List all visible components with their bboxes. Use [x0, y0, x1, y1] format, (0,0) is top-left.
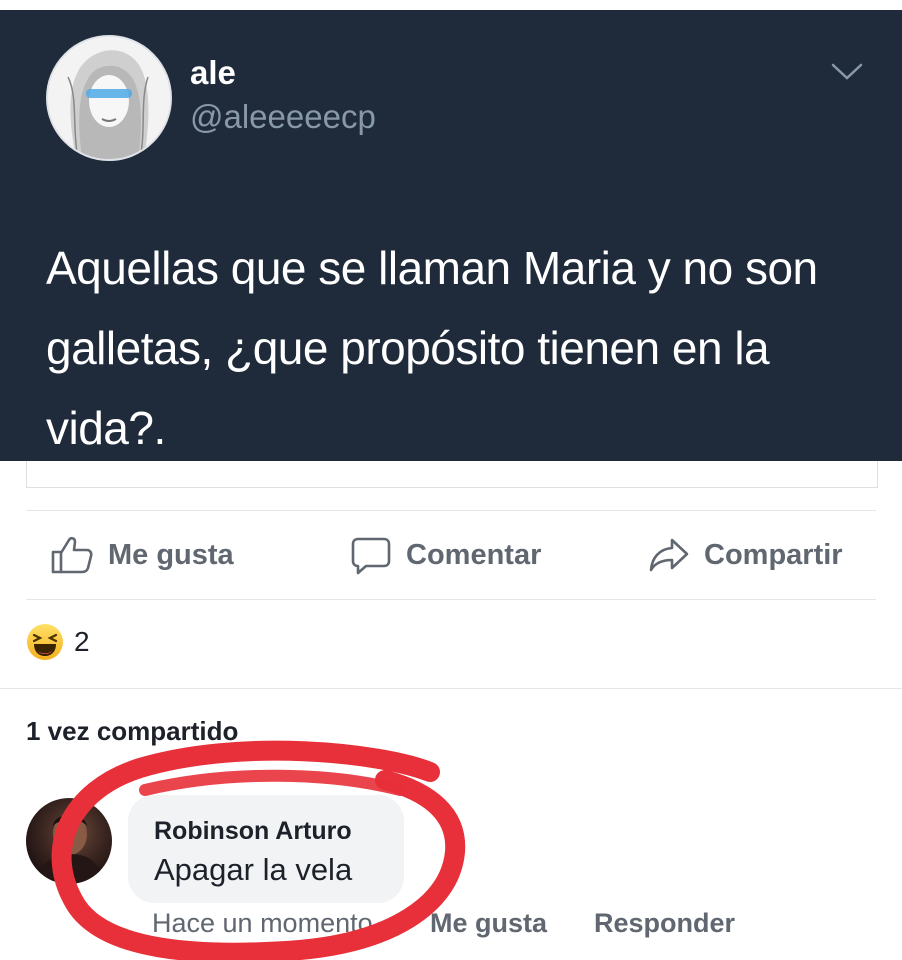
speech-bubble-icon [351, 537, 391, 575]
like-button-label: Me gusta [108, 538, 234, 571]
comment-author[interactable]: Robinson Arturo [154, 817, 352, 846]
reaction-summary[interactable]: 2 [26, 620, 90, 664]
tweet-author-handle: @aleeeeecp [190, 98, 376, 135]
haha-emoji-icon [27, 624, 63, 660]
chevron-down-icon [831, 63, 863, 80]
comment-button[interactable]: Comentar [350, 511, 541, 599]
share-button-label: Compartir [704, 538, 843, 571]
share-arrow-icon [649, 538, 689, 572]
comment-button-label: Comentar [406, 538, 542, 571]
tweet-author-name: ale [190, 54, 236, 91]
like-button[interactable]: Me gusta [50, 511, 234, 599]
share-button[interactable]: Compartir [648, 511, 843, 599]
share-count[interactable]: 1 vez compartido [26, 716, 238, 747]
tweet-author-avatar [46, 35, 172, 161]
comment-bubble: Robinson Arturo Apagar la vela [128, 795, 404, 903]
section-divider [0, 688, 902, 689]
post-action-bar: Me gusta Comentar Compartir [26, 510, 876, 600]
comment-like-link[interactable]: Me gusta [430, 908, 547, 939]
comment-text: Apagar la vela [154, 852, 353, 887]
comment-reply-link[interactable]: Responder [594, 908, 735, 939]
shared-card-border [26, 461, 878, 488]
tweet-text: Aquellas que se llaman Maria y no son ga… [46, 242, 818, 454]
comment-meta: Hace un momento Me gusta Responder [152, 908, 892, 944]
reaction-count: 2 [74, 626, 90, 657]
commenter-avatar[interactable] [26, 798, 112, 884]
thumbs-up-icon [51, 536, 93, 574]
embedded-tweet: ale @aleeeeecp Aquellas que se llaman Ma… [0, 10, 902, 461]
comment-timestamp: Hace un momento [152, 908, 373, 938]
